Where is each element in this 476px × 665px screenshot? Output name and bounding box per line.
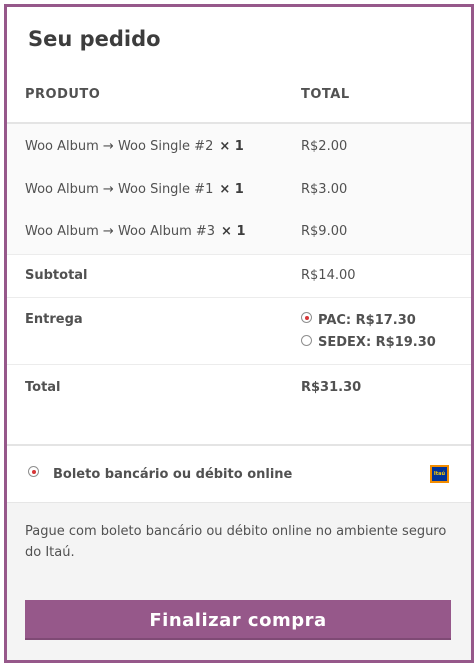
item-quantity: × 1 bbox=[221, 224, 246, 239]
radio-unselected-icon[interactable] bbox=[301, 335, 312, 346]
cart-item-name: Woo Album → Woo Album #3 × 1 bbox=[25, 224, 246, 239]
row-divider bbox=[7, 297, 471, 298]
item-quantity: × 1 bbox=[219, 182, 244, 197]
column-header-product: PRODUTO bbox=[25, 87, 101, 102]
item-product-name: Woo Album → Woo Album #3 bbox=[25, 224, 216, 239]
item-product-name: Woo Album → Woo Single #1 bbox=[25, 182, 214, 197]
itau-logo-icon: Itaú bbox=[430, 465, 449, 483]
order-total-value: R$31.30 bbox=[301, 380, 362, 395]
shipping-option-pac[interactable]: PAC: R$17.30 bbox=[301, 310, 416, 328]
cart-item-name: Woo Album → Woo Single #2 × 1 bbox=[25, 139, 244, 154]
shipping-option-label: SEDEX: R$19.30 bbox=[318, 335, 436, 350]
shipping-label: Entrega bbox=[25, 312, 83, 327]
subtotal-value: R$14.00 bbox=[301, 268, 356, 283]
shipping-option-label: PAC: R$17.30 bbox=[318, 313, 416, 328]
item-quantity: × 1 bbox=[219, 139, 244, 154]
shipping-option-sedex[interactable]: SEDEX: R$19.30 bbox=[301, 333, 436, 350]
payment-description: Pague com boleto bancário ou débito onli… bbox=[25, 524, 447, 560]
column-header-total: TOTAL bbox=[301, 87, 350, 102]
subtotal-label: Subtotal bbox=[25, 268, 88, 283]
item-product-name: Woo Album → Woo Single #2 bbox=[25, 139, 214, 154]
order-heading: Seu pedido bbox=[28, 27, 161, 51]
row-divider bbox=[7, 364, 471, 365]
item-total: R$9.00 bbox=[301, 224, 348, 239]
order-total-label: Total bbox=[25, 380, 61, 395]
item-total: R$2.00 bbox=[301, 139, 348, 154]
cart-item-name: Woo Album → Woo Single #1 × 1 bbox=[25, 182, 244, 197]
radio-selected-icon[interactable] bbox=[28, 466, 39, 477]
place-order-button[interactable]: Finalizar compra bbox=[25, 600, 451, 640]
itau-logo-text: Itaú bbox=[432, 467, 447, 481]
order-review-panel: Seu pedido PRODUTO TOTAL Woo Album → Woo… bbox=[4, 4, 474, 663]
radio-selected-icon[interactable] bbox=[301, 312, 312, 323]
item-total: R$3.00 bbox=[301, 182, 348, 197]
payment-method-label: Boleto bancário ou débito online bbox=[53, 467, 293, 482]
